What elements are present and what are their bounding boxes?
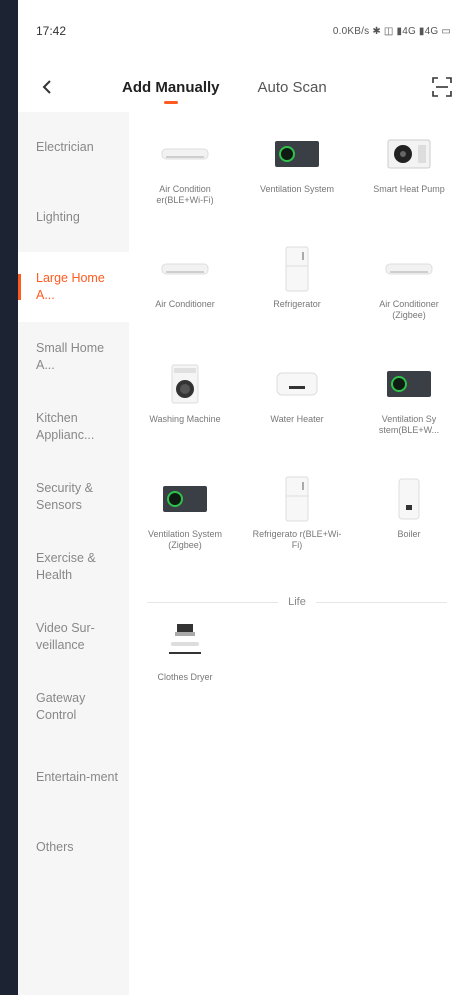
refrigerator-icon: [269, 475, 325, 523]
divider-line: [147, 601, 279, 603]
sidebar-item[interactable]: Kitchen Applianc...: [18, 392, 129, 462]
device-tile[interactable]: Air Conditioner (Zigbee): [353, 245, 465, 360]
device-tile[interactable]: Refrigerato r(BLE+Wi-Fi): [241, 475, 353, 590]
device-label: Air Conditioner (Zigbee): [379, 299, 439, 320]
device-tile[interactable]: Air Conditioner: [129, 245, 241, 360]
sidebar-item[interactable]: Video Sur-veillance: [18, 602, 129, 672]
chevron-left-icon: [42, 80, 51, 94]
device-tile[interactable]: Ventilation System (Zigbee): [129, 475, 241, 590]
device-tile[interactable]: Ventilation Sy stem(BLE+W...: [353, 360, 465, 475]
tab-auto-scan[interactable]: Auto Scan: [258, 62, 327, 112]
device-tile[interactable]: Boiler: [353, 475, 465, 590]
device-grid: Air Condition er(BLE+Wi-Fi) Ventilation S…: [129, 112, 465, 590]
device-label: Air Conditioner: [155, 299, 215, 309]
sidebar-item[interactable]: Others: [18, 812, 129, 882]
device-list: Air Condition er(BLE+Wi-Fi) Ventilation S…: [129, 112, 465, 995]
washing-machine-icon: [157, 360, 213, 408]
device-label: Clothes Dryer: [157, 672, 213, 682]
category-sidebar: Electrician Lighting Large Home A... Small …: [18, 112, 129, 995]
water-heater-icon: [269, 360, 325, 408]
sidebar-item-label: Lighting: [36, 209, 80, 224]
device-label: Refrigerato r(BLE+Wi-Fi): [252, 529, 342, 550]
device-tile[interactable]: Water Heater: [241, 360, 353, 475]
sidebar-item[interactable]: Exercise & Health: [18, 532, 129, 602]
divider-line: [315, 601, 447, 603]
sidebar-item-label: Video Sur-veillance: [36, 621, 95, 652]
sidebar-item-label: Entertain-ment: [36, 769, 118, 784]
sidebar-item[interactable]: Electrician: [18, 112, 129, 182]
device-label: Water Heater: [270, 414, 324, 424]
life-device-grid: Clothes Dryer: [129, 618, 465, 733]
device-tile[interactable]: Smart Heat Pump: [353, 130, 465, 245]
status-bar: 17:42 0.0KB/s ✱ ◫ ▮4G ▮4G ▭: [18, 0, 465, 62]
air-conditioner-icon: [157, 245, 213, 293]
ventilation-icon: [381, 360, 437, 408]
device-label: Smart Heat Pump: [373, 184, 445, 194]
device-tile[interactable]: Refrigerator: [241, 245, 353, 360]
content-area: Electrician Lighting Large Home A... Small …: [18, 112, 465, 995]
sidebar-item-label: Small Home A...: [36, 341, 105, 372]
tab-bar: Add Manually Auto Scan: [122, 62, 327, 112]
air-conditioner-icon: [381, 245, 437, 293]
tab-add-manually[interactable]: Add Manually: [122, 62, 220, 112]
device-label: Boiler: [397, 529, 421, 539]
back-button[interactable]: [32, 72, 62, 102]
sidebar-item[interactable]: Security & Sensors: [18, 462, 129, 532]
section-divider-life: Life: [147, 596, 447, 608]
phone-screen: 17:42 0.0KB/s ✱ ◫ ▮4G ▮4G ▭ Add Manually…: [18, 0, 465, 995]
air-conditioner-icon: [157, 130, 213, 178]
sidebar-item[interactable]: Lighting: [18, 182, 129, 252]
boiler-icon: [381, 475, 437, 523]
sidebar-item-label: Others: [36, 839, 74, 854]
device-label: Washing Machine: [149, 414, 221, 424]
sidebar-item[interactable]: Large Home A...: [18, 252, 129, 322]
sidebar-item-label: Security & Sensors: [36, 481, 93, 512]
sidebar-item[interactable]: Gateway Control: [18, 672, 129, 742]
device-tile[interactable]: Ventilation System: [241, 130, 353, 245]
status-indicators: 0.0KB/s ✱ ◫ ▮4G ▮4G ▭: [332, 25, 451, 37]
device-tile[interactable]: Air Condition er(BLE+Wi-Fi): [129, 130, 241, 245]
device-tile[interactable]: Clothes Dryer: [129, 618, 241, 733]
ventilation-icon: [157, 475, 213, 523]
device-label: Refrigerator: [273, 299, 321, 309]
device-label: Ventilation Sy stem(BLE+W...: [378, 414, 440, 435]
sidebar-item-label: Electrician: [36, 139, 94, 154]
refrigerator-icon: [269, 245, 325, 293]
scan-icon: [432, 77, 452, 97]
sidebar-item[interactable]: Small Home A...: [18, 322, 129, 392]
device-tile[interactable]: Washing Machine: [129, 360, 241, 475]
device-label: Air Condition er(BLE+Wi-Fi): [156, 184, 214, 205]
sidebar-item-label: Kitchen Applianc...: [36, 411, 95, 442]
sidebar-item-label: Large Home A...: [36, 271, 105, 302]
top-nav: Add Manually Auto Scan: [18, 62, 465, 112]
heat-pump-icon: [381, 130, 437, 178]
clothes-dryer-icon: [157, 618, 213, 666]
device-label: Ventilation System (Zigbee): [147, 529, 223, 550]
status-time: 17:42: [36, 24, 67, 38]
sidebar-item-label: Exercise & Health: [36, 551, 96, 582]
scan-button[interactable]: [429, 74, 455, 100]
device-label: Ventilation System: [259, 184, 335, 194]
section-title: Life: [288, 596, 306, 608]
ventilation-icon: [269, 130, 325, 178]
sidebar-item-label: Gateway Control: [36, 691, 86, 722]
sidebar-item[interactable]: Entertain-ment: [18, 742, 129, 812]
